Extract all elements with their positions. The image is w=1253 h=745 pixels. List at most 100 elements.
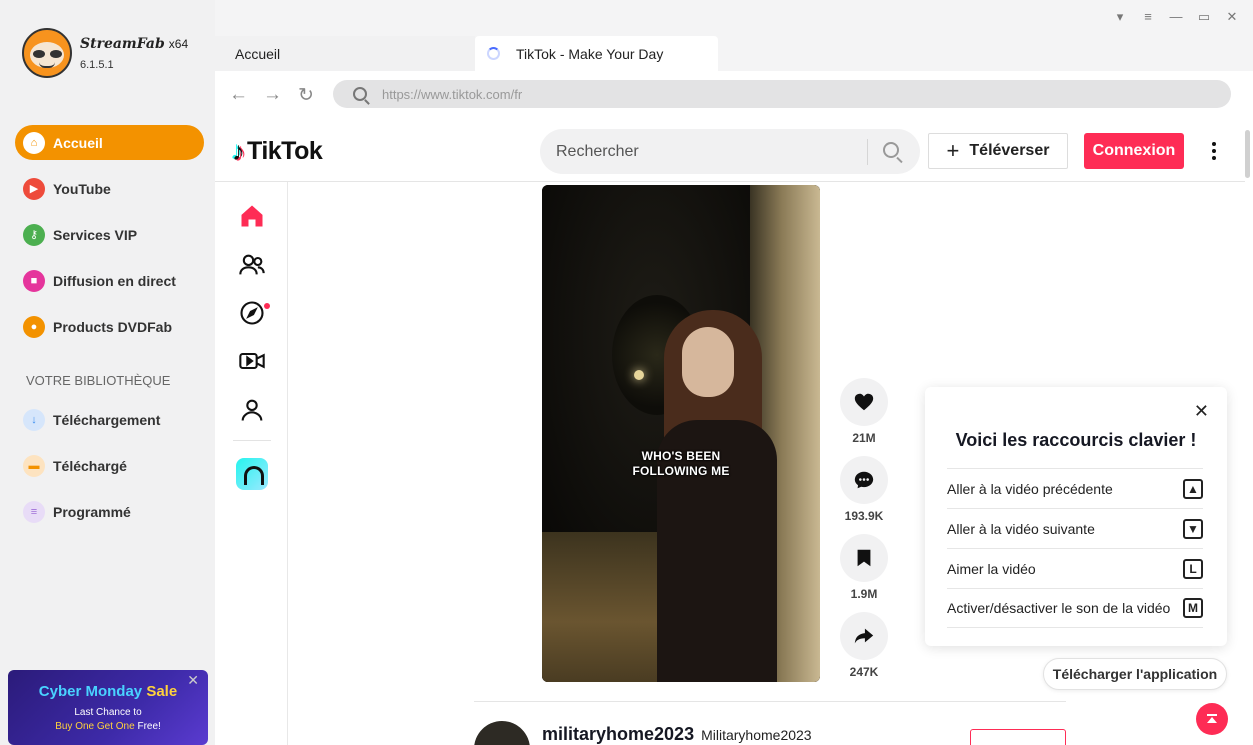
login-button[interactable]: Connexion [1084,133,1184,169]
sidebar-item-telecharge[interactable]: ▬ Téléchargé [15,448,204,483]
tab-tiktok[interactable]: TikTok - Make Your Day [475,36,718,71]
promo-title: Cyber Monday Sale [38,683,178,700]
explore-icon[interactable] [238,299,266,327]
promo-close-icon[interactable]: ✕ [187,672,199,689]
app-name: StreamFab [80,36,165,52]
tiktok-note-icon: ♪ [232,136,245,166]
sidebar-item-diffusion[interactable]: ■ Diffusion en direct [15,263,204,298]
upload-label: Téléverser [969,142,1050,159]
tiktok-sidebar [215,182,288,745]
plus-icon: + [946,138,960,163]
live-icon[interactable] [238,347,266,375]
tab-accueil[interactable]: Accueil [215,36,475,71]
page-scrollbar[interactable] [1245,130,1250,178]
key-icon: ⚷ [23,223,45,246]
shortcut-label: Aller à la vidéo précédente [947,480,1113,497]
address-bar[interactable]: https://www.tiktok.com/fr [333,80,1231,108]
close-icon[interactable]: ✕ [1194,401,1209,422]
heart-icon[interactable] [840,378,888,426]
tiktok-page: ♪ TikTok Rechercher + Téléverser Connexi… [215,124,1253,745]
sidebar-item-label: Accueil [53,134,103,151]
skin-icon[interactable]: ▾ [1111,8,1129,26]
sidebar-item-label: Téléchargé [53,457,127,474]
video-caption: WHO'S BEEN FOLLOWING ME [632,449,730,478]
l-key-icon: L [1183,558,1203,579]
maximize-icon[interactable]: ▭ [1195,8,1213,26]
scroll-to-top-button[interactable] [1196,703,1228,735]
menu-icon[interactable]: ≡ [1139,8,1157,26]
forward-arrow-icon[interactable]: → [263,84,282,106]
share-count: 247K [849,665,879,679]
following-icon[interactable] [238,251,266,279]
app-version: 6.1.5.1 [80,59,114,71]
close-icon[interactable]: ✕ [1223,8,1241,26]
next-post-author[interactable]: militaryhome2023 Militaryhome2023 [542,724,812,745]
dvdfab-icon: ● [23,315,45,338]
sidebar-item-dvdfab[interactable]: ● Products DVDFab [15,309,204,344]
home-icon[interactable] [238,202,266,230]
sloth-logo-icon [22,28,72,78]
shortcut-label: Aller à la vidéo suivante [947,520,1095,537]
share-icon[interactable] [840,612,888,660]
follow-button[interactable] [970,729,1066,745]
sidebar-item-label: Products DVDFab [53,318,173,335]
more-options-icon[interactable] [1205,139,1223,163]
video-player[interactable]: WHO'S BEEN FOLLOWING ME [542,185,820,682]
sidebar-item-label: Téléchargement [53,411,161,428]
arrow-down-key-icon: ▼ [1183,518,1203,539]
arrow-up-key-icon: ▲ [1183,478,1203,499]
sidebar-item-accueil[interactable]: ⌂ Accueil [15,125,204,160]
browser-toolbar: ← → ↻ https://www.tiktok.com/fr [215,71,1253,124]
comment-icon[interactable] [840,456,888,504]
sidebar-item-youtube[interactable]: ▶ YouTube [15,171,204,206]
search-placeholder: Rechercher [556,143,639,160]
tab-label: Accueil [235,45,281,62]
sidebar-item-services-vip[interactable]: ⚷ Services VIP [15,217,204,252]
share-action: 247K [840,612,888,690]
schedule-icon: ≡ [23,500,45,523]
minimize-icon[interactable]: — [1167,8,1185,26]
comment-action: 193.9K [840,456,888,534]
like-action: 21M [840,378,888,456]
loading-spinner-icon [487,47,500,60]
app-arch: x64 [168,37,189,51]
promo-line-2: Buy One Get One Free! [55,721,161,732]
search-icon [353,87,367,101]
bookmark-action: 1.9M [840,534,888,612]
library-nav: ↓ Téléchargement ▬ Téléchargé ≡ Programm… [15,402,204,540]
app-sidebar: StreamFab x64 6.1.5.1 ⌂ Accueil ▶ YouTube… [0,0,215,745]
tiktok-live-studio-icon[interactable] [236,458,268,490]
shortcuts-list: Aller à la vidéo précédente ▲ Aller à la… [947,468,1203,628]
sidebar-item-label: Diffusion en direct [53,272,176,289]
sidebar-item-label: YouTube [53,180,111,197]
tiktok-wordmark: TikTok [247,137,323,165]
shortcuts-title: Voici les raccourcis clavier ! [955,430,1197,450]
arrow-up-icon [1207,714,1217,723]
reload-icon[interactable]: ↻ [298,84,314,107]
tiktok-search-input[interactable]: Rechercher [540,129,920,174]
back-arrow-icon[interactable]: ← [229,84,248,106]
sidebar-item-programme[interactable]: ≡ Programmé [15,494,204,529]
shortcut-row: Aller à la vidéo précédente ▲ [947,468,1203,508]
bookmark-icon[interactable] [840,534,888,582]
shortcut-label: Activer/désactiver le son de la vidéo [947,600,1171,616]
app-logo: StreamFab x64 6.1.5.1 [22,28,188,78]
comment-count: 193.9K [844,509,884,523]
shortcut-row: Activer/désactiver le son de la vidéo M [947,588,1203,628]
profile-icon[interactable] [238,396,266,424]
download-icon: ↓ [23,408,45,431]
youtube-icon: ▶ [23,177,45,200]
cyber-monday-banner[interactable]: Cyber Monday Sale Last Chance to Buy One… [8,670,208,745]
promo-line-1: Last Chance to [74,707,142,718]
upload-button[interactable]: + Téléverser [928,133,1068,169]
avatar[interactable] [474,721,530,745]
browser-tabs: Accueil TikTok - Make Your Day [215,36,718,71]
tiktok-logo[interactable]: ♪ TikTok [232,136,323,167]
video-actions: 21M 193.9K 1.9M 247K [840,378,888,690]
sidebar-item-telechargement[interactable]: ↓ Téléchargement [15,402,204,437]
download-app-button[interactable]: Télécharger l'application [1043,658,1227,690]
search-icon[interactable] [883,142,899,158]
bookmark-count: 1.9M [850,587,878,601]
folder-icon: ▬ [23,454,45,477]
like-count: 21M [852,431,876,445]
